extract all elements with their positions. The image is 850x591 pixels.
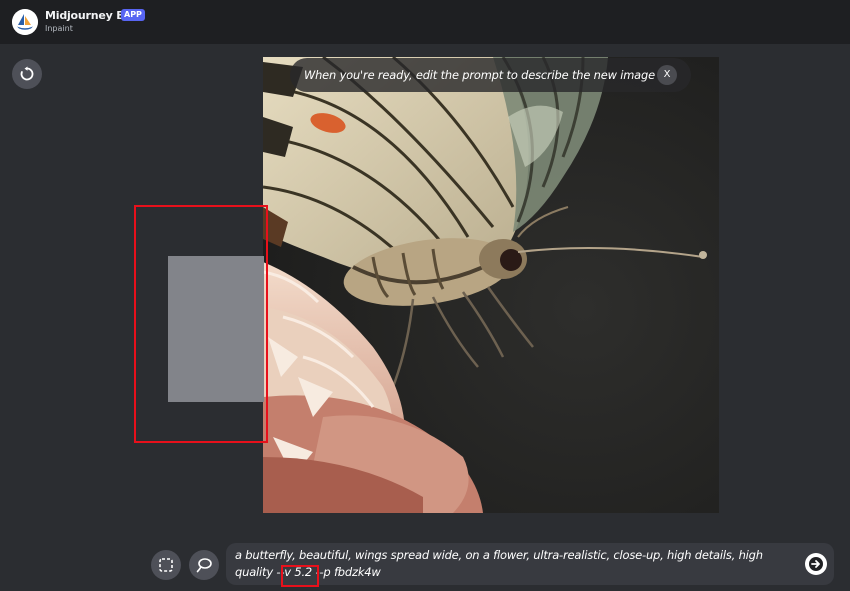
subtitle: Inpaint [45, 24, 73, 33]
header-bar: Midjourney Bot APP Inpaint [0, 0, 850, 44]
hint-close-button[interactable]: X [657, 65, 677, 85]
hint-banner: When you're ready, edit the prompt to de… [290, 58, 691, 92]
lasso-select-button[interactable] [189, 550, 219, 580]
rectangle-select-button[interactable] [151, 550, 181, 580]
avatar [12, 9, 38, 35]
prompt-text[interactable]: a butterfly, beautiful, wings spread wid… [235, 547, 795, 581]
hint-text: When you're ready, edit the prompt to de… [304, 68, 655, 82]
app-badge: APP [121, 9, 145, 21]
annotation-highlight-version [281, 565, 319, 587]
send-button[interactable] [805, 553, 827, 575]
image-canvas[interactable] [263, 57, 719, 513]
annotation-highlight-left [134, 205, 268, 443]
undo-button[interactable] [12, 59, 42, 89]
butterfly-image [263, 57, 719, 513]
inpaint-window: Midjourney Bot APP Inpaint When you're r… [0, 0, 850, 591]
lasso-icon [196, 558, 212, 573]
undo-icon [20, 66, 34, 81]
midjourney-logo-icon [12, 9, 38, 35]
send-arrow-icon [809, 557, 823, 571]
rectangle-select-icon [159, 558, 173, 572]
